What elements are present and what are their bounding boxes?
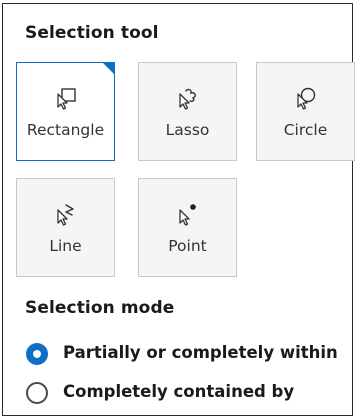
selection-tool-title: Selection tool: [25, 23, 159, 43]
tool-rectangle-label: Rectangle: [26, 121, 105, 139]
tool-line-label: Line: [49, 237, 82, 255]
selected-corner-indicator: [102, 62, 115, 75]
lasso-select-icon: [178, 88, 196, 110]
rectangle-select-icon: [56, 88, 76, 110]
selection-panel: Selection tool Rectangle Lasso Circle Li…: [2, 3, 355, 416]
radio-unchecked[interactable]: [26, 382, 48, 404]
circle-select-icon: [296, 87, 315, 110]
selection-mode-title: Selection mode: [25, 298, 175, 318]
mode-option-completely-label: Completely contained by: [63, 382, 295, 401]
radio-checked[interactable]: [26, 343, 48, 365]
mode-option-completely[interactable]: Completely contained by: [26, 381, 326, 405]
tool-circle-button[interactable]: Circle: [256, 62, 355, 161]
tool-circle-label: Circle: [283, 121, 328, 139]
line-select-icon: [56, 204, 74, 226]
tool-lasso-button[interactable]: Lasso: [138, 62, 237, 161]
tool-rectangle-button[interactable]: Rectangle: [16, 62, 115, 161]
tool-line-button[interactable]: Line: [16, 178, 115, 277]
tool-lasso-label: Lasso: [165, 121, 210, 139]
mode-option-partially[interactable]: Partially or completely within: [26, 342, 346, 366]
tool-point-label: Point: [168, 237, 207, 255]
point-select-icon: [178, 204, 196, 226]
mode-option-partially-label: Partially or completely within: [63, 343, 338, 362]
tool-point-button[interactable]: Point: [138, 178, 237, 277]
